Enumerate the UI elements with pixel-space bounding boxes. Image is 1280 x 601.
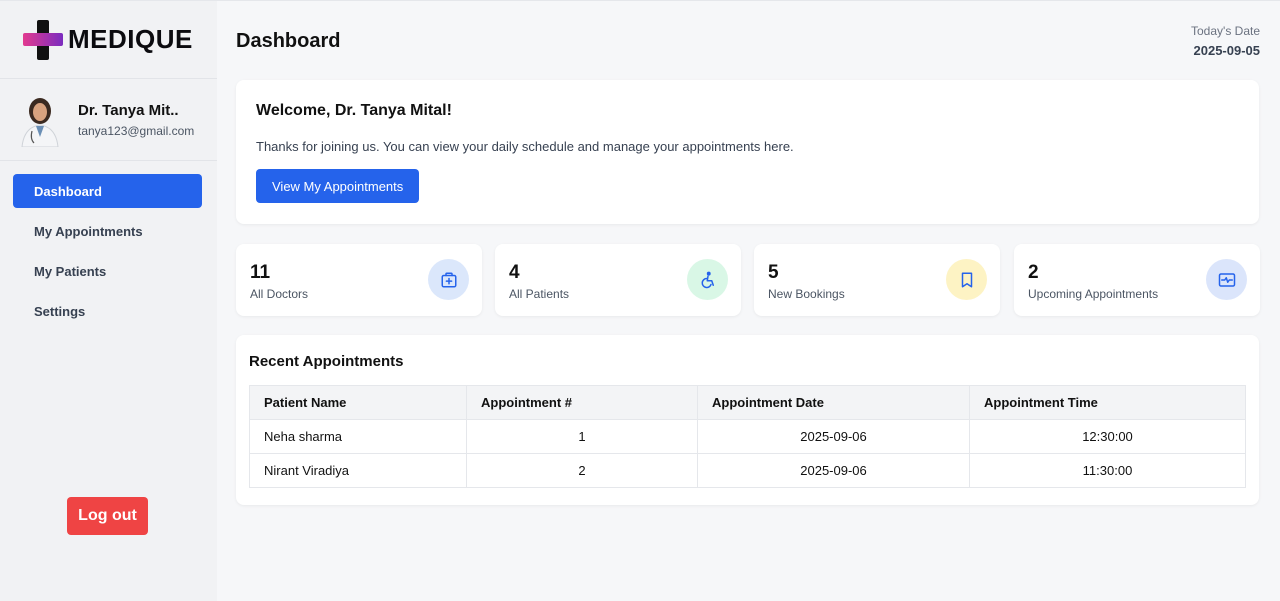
medical-kit-icon bbox=[428, 259, 469, 300]
recent-appointments-title: Recent Appointments bbox=[249, 353, 404, 370]
sidebar-item-my-patients[interactable]: My Patients bbox=[13, 254, 202, 288]
welcome-title: Welcome, Dr. Tanya Mital! bbox=[256, 102, 452, 119]
sidebar-item-my-appointments[interactable]: My Appointments bbox=[13, 214, 202, 248]
column-header[interactable]: Appointment # bbox=[466, 385, 698, 420]
sidebar-item-settings[interactable]: Settings bbox=[13, 294, 202, 328]
appointment-time-cell: 12:30:00 bbox=[969, 419, 1246, 454]
avatar bbox=[18, 93, 62, 147]
recent-appointments-card: Recent Appointments Patient Name Appoint… bbox=[236, 335, 1259, 505]
brand-name: MEDIQUE bbox=[68, 24, 193, 54]
appointment-date-cell: 2025-09-06 bbox=[697, 453, 970, 488]
profile-email: tanya123@gmail.com bbox=[78, 123, 195, 138]
stat-card-patients[interactable]: 4 All Patients bbox=[495, 244, 741, 316]
stat-card-upcoming[interactable]: 2 Upcoming Appointments bbox=[1014, 244, 1260, 316]
sidebar-nav: Dashboard My Appointments My Patients Se… bbox=[0, 161, 217, 328]
column-header[interactable]: Appointment Date bbox=[697, 385, 970, 420]
appointment-number-cell: 2 bbox=[466, 453, 698, 488]
logout-button[interactable]: Log out bbox=[67, 497, 148, 535]
today-date: Today's Date 2025-09-05 bbox=[1191, 24, 1260, 58]
brand-logo[interactable]: MEDIQUE bbox=[0, 1, 217, 79]
bookmark-icon bbox=[946, 259, 987, 300]
main-content: Dashboard Today's Date 2025-09-05 Welcom… bbox=[217, 0, 1280, 601]
profile-name: Dr. Tanya Mit.. bbox=[78, 101, 179, 119]
view-appointments-button[interactable]: View My Appointments bbox=[256, 169, 420, 203]
pulse-monitor-icon bbox=[1206, 259, 1247, 300]
patient-name-cell: Neha sharma bbox=[249, 419, 467, 454]
wheelchair-icon bbox=[687, 259, 728, 300]
welcome-text: Thanks for joining us. You can view your… bbox=[256, 139, 794, 154]
appointment-date-cell: 2025-09-06 bbox=[697, 419, 970, 454]
patient-name-cell: Nirant Viradiya bbox=[249, 453, 467, 488]
page-title: Dashboard bbox=[236, 30, 341, 52]
table-header-row: Patient Name Appointment # Appointment D… bbox=[249, 385, 1246, 420]
stat-card-bookings[interactable]: 5 New Bookings bbox=[754, 244, 1000, 316]
welcome-card: Welcome, Dr. Tanya Mital! Thanks for joi… bbox=[236, 80, 1259, 224]
medical-cross-icon bbox=[22, 19, 64, 61]
table-row[interactable]: Neha sharma 1 2025-09-06 12:30:00 bbox=[249, 419, 1246, 454]
column-header[interactable]: Appointment Time bbox=[969, 385, 1246, 420]
appointments-table: Patient Name Appointment # Appointment D… bbox=[249, 385, 1246, 488]
date-label: Today's Date bbox=[1191, 24, 1260, 38]
table-row[interactable]: Nirant Viradiya 2 2025-09-06 11:30:00 bbox=[249, 453, 1246, 488]
profile-card[interactable]: Dr. Tanya Mit.. tanya123@gmail.com bbox=[0, 79, 217, 161]
stat-card-doctors[interactable]: 11 All Doctors bbox=[236, 244, 482, 316]
sidebar: MEDIQUE Dr. Tanya Mit.. tanya123@gmail.c… bbox=[0, 0, 217, 601]
appointment-number-cell: 1 bbox=[466, 419, 698, 454]
sidebar-item-dashboard[interactable]: Dashboard bbox=[13, 174, 202, 208]
appointment-time-cell: 11:30:00 bbox=[969, 453, 1246, 488]
column-header[interactable]: Patient Name bbox=[249, 385, 467, 420]
date-value: 2025-09-05 bbox=[1193, 43, 1261, 58]
